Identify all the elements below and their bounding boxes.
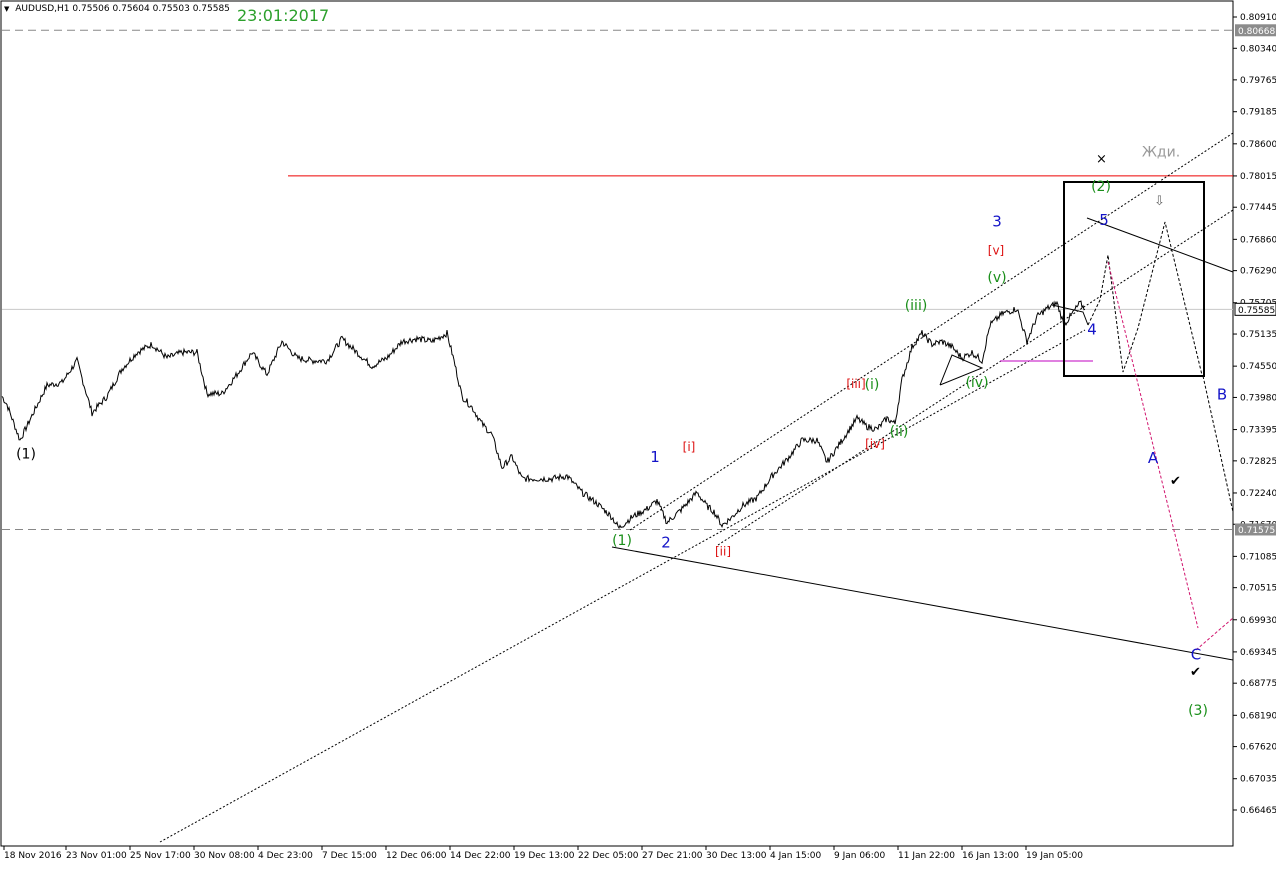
wave-label: [i] xyxy=(683,440,696,454)
wave-label: (ii) xyxy=(890,424,909,440)
wave-label: (1) xyxy=(612,533,632,549)
time-tick-label: 18 Nov 2016 xyxy=(4,851,62,861)
time-tick-label: 4 Dec 23:00 xyxy=(258,851,313,861)
time-tick-label: 22 Dec 05:00 xyxy=(578,851,639,861)
time-tick-label: 23 Nov 01:00 xyxy=(66,851,127,861)
price-label-box: 0.75585 xyxy=(1234,302,1276,316)
price-tick-label: 0.66465 xyxy=(1240,806,1276,816)
time-tick-label: 25 Nov 17:00 xyxy=(130,851,191,861)
chart-area[interactable]: × ⇩ ✔ ✔ (1) (1) 1 2 [i] [ii] [iii] (i) (ii) [iv](… xyxy=(0,0,1276,866)
high-value: 0.75604 xyxy=(112,4,150,14)
time-tick-label: 27 Dec 21:00 xyxy=(642,851,703,861)
wave-label: (3) xyxy=(1188,703,1208,719)
chart-canvas: × ⇩ ✔ ✔ (1)(1)12[i][ii][iii](i)(ii)[iv](… xyxy=(0,0,1276,861)
price-tick-label: 0.79185 xyxy=(1240,108,1276,118)
price-tick-label: 0.78015 xyxy=(1240,172,1276,182)
wave-label: (iv) xyxy=(965,375,988,391)
time-tick-label: 9 Jan 06:00 xyxy=(834,851,886,861)
wave-label: 3 xyxy=(992,213,1002,231)
support-trendline xyxy=(611,217,1234,661)
wave-label: [v] xyxy=(988,244,1004,258)
time-axis: 18 Nov 2016 23 Nov 01:00 25 Nov 17:00 30 No… xyxy=(3,846,1083,861)
wave-label: 1 xyxy=(650,448,660,466)
markers: × ⇩ ✔ ✔ xyxy=(1096,152,1201,680)
price-tick-label: 0.78600 xyxy=(1240,140,1276,150)
time-tick-label: 12 Dec 06:00 xyxy=(386,851,447,861)
price-axis: 0.80910 0.80340 0.79765 0.79185 0.78600 0.780… xyxy=(1233,13,1276,816)
wave-label: [iii] xyxy=(846,377,865,391)
forecast-paths xyxy=(1087,221,1234,513)
price-label-text: 0.80668 xyxy=(1238,27,1275,37)
open-value: 0.75506 xyxy=(72,4,110,14)
time-tick-label: 14 Dec 22:00 xyxy=(450,851,511,861)
time-tick-label: 19 Dec 13:00 xyxy=(514,851,575,861)
wave-label: C xyxy=(1191,645,1201,663)
time-tick-label: 7 Dec 15:00 xyxy=(322,851,377,861)
wave-label: [iv] xyxy=(865,437,885,451)
dropdown-arrow-icon[interactable]: ▼ xyxy=(4,5,9,13)
price-line xyxy=(1,300,1086,530)
wave-label: 2 xyxy=(661,533,671,551)
price-tick-label: 0.76860 xyxy=(1240,235,1276,245)
wave-label: B xyxy=(1217,386,1227,404)
wave-label: A xyxy=(1148,449,1159,467)
price-tick-label: 0.71085 xyxy=(1240,552,1276,562)
wave-label: (2) xyxy=(1091,179,1111,195)
down-arrow-icon: ⇩ xyxy=(1154,194,1165,209)
price-tick-label: 0.68190 xyxy=(1240,711,1276,721)
price-tick-label: 0.74550 xyxy=(1240,362,1276,372)
target-box xyxy=(1063,181,1205,377)
wave-label: (i) xyxy=(865,377,880,393)
price-tick-label: 0.73980 xyxy=(1240,393,1276,403)
price-series xyxy=(1,300,1086,530)
price-label-box: 0.80668 xyxy=(1235,24,1276,37)
time-tick-label: 30 Nov 08:00 xyxy=(194,851,255,861)
close-value: 0.75585 xyxy=(192,4,230,14)
price-tick-label: 0.76290 xyxy=(1240,267,1276,277)
wave-label: (1) xyxy=(16,446,36,462)
time-tick-label: 30 Dec 13:00 xyxy=(706,851,767,861)
wave-label: [ii] xyxy=(715,545,731,559)
chart-header: ▼ AUDUSD,H1 0.75506 0.75604 0.75503 0.75… xyxy=(4,4,230,14)
wave-label: (v) xyxy=(987,270,1006,286)
check-mark-icon: ✔ xyxy=(1170,474,1181,489)
time-tick-label: 16 Jan 13:00 xyxy=(962,851,1019,861)
wave-label: 5 xyxy=(1099,211,1109,229)
wave-labels: (1) (1) 1 2 [i] [ii] [iii](i) (ii) [iv] (iii) (iv)… xyxy=(16,144,1227,718)
check-mark-icon: ✔ xyxy=(1190,665,1201,680)
price-tick-label: 0.72825 xyxy=(1240,457,1276,467)
price-tick-label: 0.72240 xyxy=(1240,489,1276,499)
triangle-patterns xyxy=(939,304,1089,386)
price-tick-label: 0.77445 xyxy=(1240,203,1276,213)
price-tick-label: 0.68775 xyxy=(1240,679,1276,689)
price-tick-label: 0.80910 xyxy=(1240,13,1276,23)
price-tick-label: 0.70515 xyxy=(1240,584,1276,594)
price-tick-label: 0.80340 xyxy=(1240,44,1276,54)
time-tick-label: 4 Jan 15:00 xyxy=(770,851,822,861)
cross-marker: × xyxy=(1096,152,1107,167)
price-tick-label: 0.75135 xyxy=(1240,330,1276,340)
symbol-label: AUDUSD,H1 xyxy=(15,4,70,14)
price-tick-label: 0.69345 xyxy=(1240,648,1276,658)
wave-label: (iii) xyxy=(905,298,928,314)
time-tick-label: 11 Jan 22:00 xyxy=(898,851,955,861)
price-tick-label: 0.79765 xyxy=(1240,76,1276,86)
low-value: 0.75503 xyxy=(152,4,190,14)
wave-label: Жди. xyxy=(1142,144,1180,160)
forecast-path-red xyxy=(1107,261,1234,651)
channel-dotted-upper xyxy=(159,132,1234,843)
price-label-text: 0.71575 xyxy=(1238,526,1275,536)
price-tick-label: 0.69930 xyxy=(1240,616,1276,626)
price-tick-label: 0.67620 xyxy=(1240,743,1276,753)
forecast-date: 23:01:2017 xyxy=(237,6,330,25)
price-label-text: 0.75585 xyxy=(1238,306,1275,316)
plot-frame xyxy=(0,0,1234,847)
time-tick-label: 19 Jan 05:00 xyxy=(1026,851,1083,861)
price-tick-label: 0.73395 xyxy=(1240,426,1276,436)
horizontal-levels xyxy=(2,29,1233,530)
price-tick-label: 0.67035 xyxy=(1240,775,1276,785)
wave-label: 4 xyxy=(1087,320,1097,338)
price-label-box: 0.71575 xyxy=(1235,523,1276,536)
